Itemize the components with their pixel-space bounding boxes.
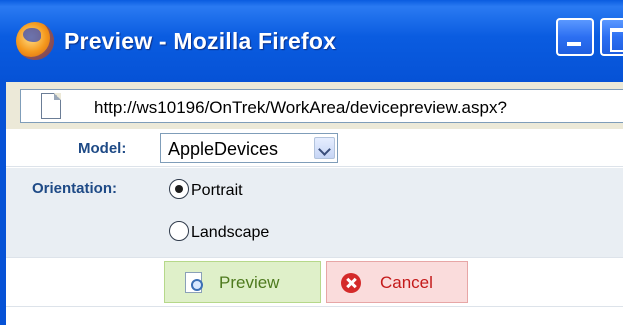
orientation-label: Orientation:: [32, 180, 117, 197]
url-text: http://ws10196/OnTrek/WorkArea/devicepre…: [94, 98, 507, 117]
window-title: Preview - Mozilla Firefox: [64, 28, 337, 54]
preview-button[interactable]: Preview: [164, 261, 321, 303]
address-bar: http://ws10196/OnTrek/WorkArea/devicepre…: [0, 82, 623, 129]
orientation-row: Orientation: Portrait Landscape: [6, 168, 623, 258]
minimize-icon[interactable]: [556, 18, 594, 56]
landscape-radio[interactable]: [169, 221, 189, 241]
cancel-button-label: Cancel: [380, 273, 433, 292]
preview-button-label: Preview: [219, 273, 280, 292]
device-preview-form: Model: AppleDevices Orientation: Portrai…: [0, 129, 623, 325]
page-icon: [41, 93, 61, 119]
cancel-button[interactable]: Cancel: [326, 261, 468, 303]
chevron-down-icon[interactable]: [314, 137, 335, 159]
landscape-label[interactable]: Landscape: [191, 224, 269, 242]
model-row: Model: AppleDevices: [6, 129, 623, 167]
button-row: Preview Cancel: [6, 259, 623, 307]
window-title-bar[interactable]: Preview - Mozilla Firefox: [0, 0, 623, 82]
maximize-icon[interactable]: [600, 18, 623, 56]
firefox-icon: [16, 22, 54, 60]
url-field[interactable]: http://ws10196/OnTrek/WorkArea/devicepre…: [20, 89, 623, 123]
portrait-radio[interactable]: [169, 179, 189, 199]
model-select[interactable]: AppleDevices: [160, 133, 338, 163]
preview-icon: [185, 272, 203, 293]
model-select-value: AppleDevices: [168, 139, 279, 159]
model-label: Model:: [78, 140, 127, 157]
portrait-label[interactable]: Portrait: [191, 182, 243, 200]
cancel-icon: [341, 273, 361, 293]
